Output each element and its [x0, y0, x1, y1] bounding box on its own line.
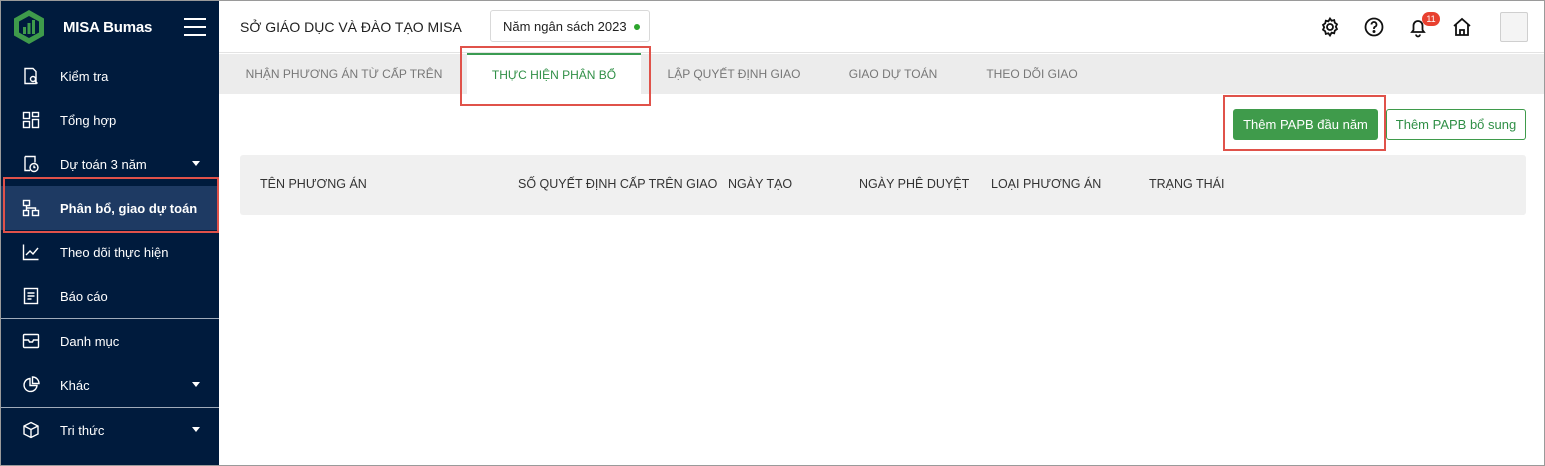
sidebar-item-kiem-tra[interactable]: Kiểm tra	[1, 54, 219, 98]
sidebar-nav: Kiểm tra Tổng hợp Dự toán 3 năm Phân bổ,…	[1, 54, 219, 452]
sidebar-item-label: Báo cáo	[60, 288, 108, 304]
home-icon[interactable]	[1451, 16, 1473, 38]
column-header-decision-number: SỐ QUYẾT ĐỊNH CẤP TRÊN GIAO	[518, 177, 718, 191]
sidebar-item-label: Phân bổ, giao dự toán	[60, 200, 198, 216]
tab-giao-du-toan[interactable]: GIAO DỰ TOÁN	[829, 54, 957, 94]
inbox-icon	[21, 331, 41, 351]
hierarchy-icon	[21, 198, 41, 218]
menu-toggle-icon[interactable]	[184, 18, 206, 36]
organization-title: SỞ GIÁO DỤC VÀ ĐÀO TẠO MISA	[240, 19, 462, 35]
dashboard-grid-icon	[21, 110, 41, 130]
sidebar-item-label: Danh mục	[60, 333, 120, 349]
cube-icon	[21, 420, 41, 440]
sidebar-item-label: Dự toán 3 năm	[60, 156, 147, 172]
tab-label: THỰC HIỆN PHÂN BỔ	[491, 68, 617, 82]
top-header: SỞ GIÁO DỤC VÀ ĐÀO TẠO MISA Năm ngân sác…	[219, 1, 1544, 53]
sidebar-item-khac[interactable]: Khác	[1, 363, 219, 407]
notification-badge: 11	[1422, 12, 1440, 26]
tab-label: NHẬN PHƯƠNG ÁN TỪ CẤP TRÊN	[245, 67, 443, 81]
tab-label: GIAO DỰ TOÁN	[848, 67, 938, 81]
misa-logo-icon	[14, 10, 44, 44]
pie-chart-icon	[21, 375, 41, 395]
sidebar-item-label: Tổng hợp	[60, 112, 117, 128]
tab-label: THEO DÕI GIAO	[986, 67, 1078, 81]
gear-icon[interactable]	[1319, 16, 1341, 38]
tab-theo-doi-giao[interactable]: THEO DÕI GIAO	[967, 54, 1097, 94]
column-header-created-date: NGÀY TẠO	[728, 177, 793, 191]
app-window: MISA Bumas Kiểm tra Tổng hợp Dự toán 3 n…	[0, 0, 1545, 466]
sidebar: MISA Bumas Kiểm tra Tổng hợp Dự toán 3 n…	[1, 1, 219, 465]
sidebar-item-tri-thuc[interactable]: Tri thức	[1, 408, 219, 452]
status-dot	[634, 24, 640, 30]
sidebar-item-tong-hop[interactable]: Tổng hợp	[1, 98, 219, 142]
chevron-down-icon	[192, 427, 200, 432]
chevron-down-icon	[192, 382, 200, 387]
add-supplement-allocation-button[interactable]: Thêm PAPB bổ sung	[1386, 109, 1526, 140]
clock-document-icon	[21, 154, 41, 174]
add-initial-allocation-button[interactable]: Thêm PAPB đầu năm	[1233, 109, 1378, 140]
help-icon[interactable]	[1363, 16, 1385, 38]
tab-lap-quyet-dinh-giao[interactable]: LẬP QUYẾT ĐỊNH GIAO	[649, 54, 819, 94]
sidebar-item-danh-muc[interactable]: Danh mục	[1, 319, 219, 363]
sidebar-item-label: Tri thức	[60, 422, 105, 438]
app-name: MISA Bumas	[63, 18, 153, 36]
report-icon	[21, 286, 41, 306]
column-header-approved-date: NGÀY PHÊ DUYỆT	[859, 177, 970, 191]
sidebar-item-theo-doi-thuc-hien[interactable]: Theo dõi thực hiện	[1, 230, 219, 274]
line-chart-icon	[21, 242, 41, 262]
tab-nhan-phuong-an[interactable]: NHẬN PHƯƠNG ÁN TỪ CẤP TRÊN	[229, 54, 459, 94]
budget-year-select[interactable]: Năm ngân sách 2023	[490, 10, 650, 42]
column-header-status: TRẠNG THÁI	[1149, 177, 1225, 191]
sidebar-item-label: Kiểm tra	[60, 68, 109, 84]
sidebar-item-label: Theo dõi thực hiện	[60, 244, 169, 260]
check-document-icon	[21, 66, 41, 86]
column-header-name: TÊN PHƯƠNG ÁN	[260, 177, 367, 191]
sidebar-item-label: Khác	[60, 377, 90, 393]
tab-thuc-hien-phan-bo[interactable]: THỰC HIỆN PHÂN BỔ	[467, 53, 641, 95]
table-header: TÊN PHƯƠNG ÁN SỐ QUYẾT ĐỊNH CẤP TRÊN GIA…	[240, 155, 1526, 215]
column-header-plan-type: LOẠI PHƯƠNG ÁN	[991, 177, 1102, 191]
sidebar-item-phan-bo-giao-du-toan[interactable]: Phân bổ, giao dự toán	[1, 186, 219, 230]
sidebar-item-du-toan-3-nam[interactable]: Dự toán 3 năm	[1, 142, 219, 186]
budget-year-label: Năm ngân sách 2023	[503, 18, 627, 34]
user-avatar[interactable]	[1500, 12, 1528, 42]
tab-bar: NHẬN PHƯƠNG ÁN TỪ CẤP TRÊN THỰC HIỆN PHÂ…	[219, 53, 1544, 95]
tab-label: LẬP QUYẾT ĐỊNH GIAO	[667, 67, 801, 81]
chevron-down-icon	[192, 161, 200, 166]
sidebar-item-bao-cao[interactable]: Báo cáo	[1, 274, 219, 318]
